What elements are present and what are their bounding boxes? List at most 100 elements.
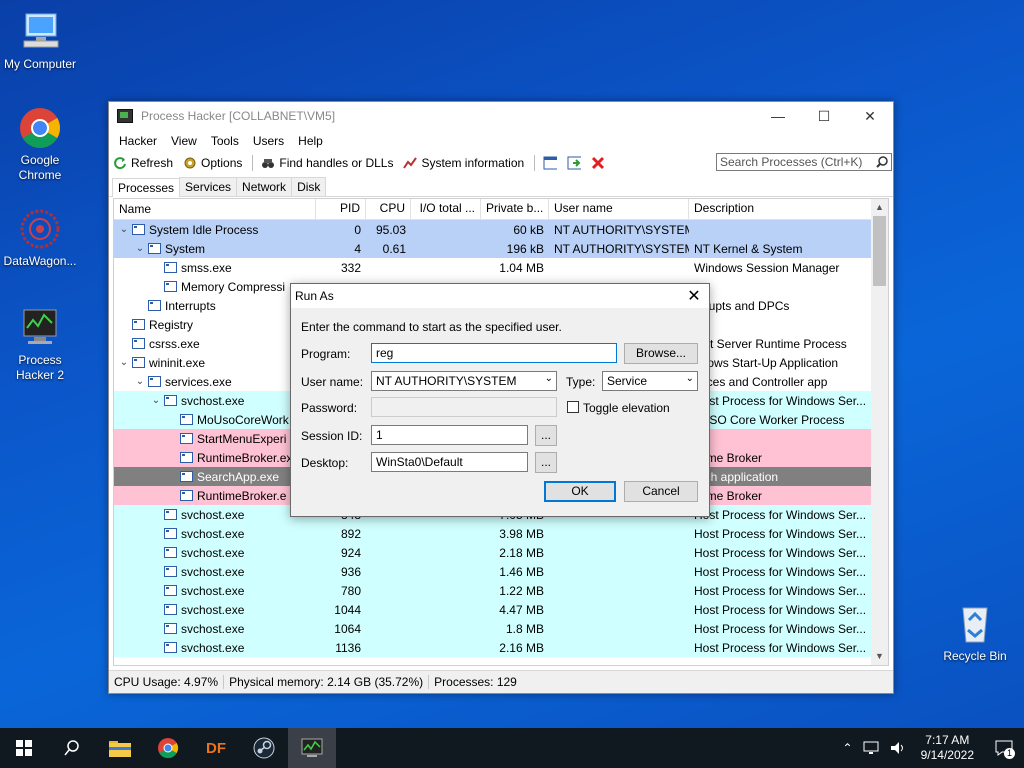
desktop-label: Desktop:	[301, 456, 349, 470]
menu-users[interactable]: Users	[246, 134, 291, 148]
table-row[interactable]: svchost.exe 936 1.46 MB Host Process for Wi…	[114, 562, 888, 581]
menu-hacker[interactable]: Hacker	[112, 134, 164, 148]
toggle-elevation-checkbox[interactable]	[567, 401, 579, 413]
taskbar-search-button[interactable]	[48, 728, 96, 768]
cell-priv: 2.18 MB	[499, 545, 544, 560]
browse-button[interactable]: Browse...	[624, 343, 698, 364]
options-button[interactable]: Options	[183, 156, 242, 170]
desktop-icon-datawagon[interactable]: DataWagon...	[0, 207, 80, 269]
column-name[interactable]: Name	[114, 199, 316, 219]
cancel-button[interactable]: Cancel	[624, 481, 698, 502]
session-browse-button[interactable]: ...	[535, 425, 557, 446]
process-name: svchost.exe	[181, 583, 245, 598]
menu-tools[interactable]: Tools	[204, 134, 246, 148]
table-row[interactable]: ⌄ System 4 0.61 196 kB NT AUTHORITY\SYSTEM NT …	[114, 239, 888, 258]
cell-pid: 936	[340, 564, 361, 579]
process-name: svchost.exe	[181, 545, 245, 560]
taskbar-file-explorer[interactable]	[96, 728, 144, 768]
scroll-down-icon[interactable]: ▼	[871, 648, 888, 665]
table-row[interactable]: svchost.exe 780 1.22 MB Host Process for Wi…	[114, 581, 888, 600]
desktop-icon-process-hacker[interactable]: Process Hacker 2	[0, 306, 80, 383]
taskbar-process-hacker[interactable]	[288, 728, 336, 768]
refresh-button[interactable]: Refresh	[113, 156, 173, 170]
taskbar-chrome[interactable]	[144, 728, 192, 768]
chevron-up-icon[interactable]: ⌃	[837, 741, 859, 755]
network-icon[interactable]	[863, 740, 881, 756]
scroll-up-icon[interactable]: ▲	[871, 199, 888, 216]
table-row[interactable]: svchost.exe 892 3.98 MB Host Process for Wi…	[114, 524, 888, 543]
desktop-icon-label: Recycle Bin	[943, 649, 1007, 663]
column-io-total[interactable]: I/O total ...	[411, 199, 481, 219]
notification-button[interactable]: 1	[984, 728, 1024, 768]
tab-processes[interactable]: Processes	[112, 178, 181, 197]
process-name: svchost.exe	[181, 564, 245, 579]
desktop-icon-google-chrome[interactable]: Google Chrome	[0, 106, 80, 183]
toggle-elevation-label[interactable]: Toggle elevation	[583, 401, 670, 415]
search-processes-input[interactable]: Search Processes (Ctrl+K)	[716, 153, 892, 171]
start-button[interactable]	[0, 728, 48, 768]
clock-time: 7:17 AM	[925, 733, 970, 747]
table-row[interactable]: ⌄ System Idle Process 0 95.03 60 kB NT AUTHOR…	[114, 220, 888, 239]
table-row[interactable]: smss.exe 332 1.04 MB Windows Session Manage…	[114, 258, 888, 277]
desktop-icon-label: Google Chrome	[18, 153, 62, 182]
chevron-down-icon[interactable]: ⌄	[151, 395, 161, 406]
chevron-down-icon[interactable]: ⌄	[135, 243, 145, 254]
desktop-browse-button[interactable]: ...	[535, 452, 557, 473]
cell-desc: arch application	[694, 469, 779, 484]
desktop-icon-label: My Computer	[3, 57, 77, 71]
column-pid[interactable]: PID	[316, 199, 366, 219]
chevron-down-icon[interactable]: ⌄	[119, 357, 129, 368]
ok-button[interactable]: OK	[544, 481, 616, 502]
vertical-scrollbar[interactable]: ▲ ▼	[871, 199, 888, 665]
desktop-input[interactable]: WinSta0\Default	[371, 452, 528, 472]
maximize-icon[interactable]: ☐	[801, 108, 847, 125]
cell-name: StartMenuExperi	[114, 432, 316, 446]
program-input[interactable]: reg	[371, 343, 617, 363]
password-input[interactable]	[371, 397, 557, 417]
window-titlebar[interactable]: Process Hacker [COLLABNET\VM5] — ☐ ✕	[109, 102, 893, 130]
type-combo[interactable]: Service ⌄	[602, 371, 698, 391]
close-icon[interactable]: ✕	[847, 108, 893, 125]
cell-pid: 332	[340, 260, 361, 275]
clock[interactable]: 7:17 AM 9/14/2022	[921, 733, 974, 763]
session-id-input[interactable]: 1	[371, 425, 528, 445]
system-information-button[interactable]: System information	[403, 156, 524, 170]
process-icon	[180, 414, 193, 425]
menu-help[interactable]: Help	[291, 134, 330, 148]
chrome-icon	[18, 106, 62, 150]
tab-services[interactable]: Services	[179, 177, 238, 196]
tab-disk[interactable]: Disk	[291, 177, 327, 196]
windows-logo-icon	[16, 740, 32, 756]
speaker-icon[interactable]	[889, 740, 907, 756]
scroll-thumb[interactable]	[873, 216, 886, 286]
desktop-icon-recycle-bin[interactable]: Recycle Bin	[935, 602, 1015, 664]
cell-name: Memory Compressi	[114, 280, 316, 294]
tab-network[interactable]: Network	[236, 177, 293, 196]
username-combo[interactable]: NT AUTHORITY\SYSTEM ⌄	[371, 371, 557, 391]
window-go-button[interactable]	[567, 156, 585, 170]
column-private-bytes[interactable]: Private b...	[481, 199, 549, 219]
cell-desc: Host Process for Windows Ser...	[694, 621, 867, 636]
column-user-name[interactable]: User name	[549, 199, 689, 219]
table-row[interactable]: svchost.exe 1044 4.47 MB Host Process for W…	[114, 600, 888, 619]
table-row[interactable]: svchost.exe 1136 2.16 MB Host Process for W…	[114, 638, 888, 657]
minimize-icon[interactable]: —	[755, 108, 801, 125]
cell-pid: 924	[340, 545, 361, 560]
desktop-icon-my-computer[interactable]: My Computer	[0, 10, 80, 72]
find-handles-button[interactable]: Find handles or DLLs	[261, 156, 393, 170]
close-icon[interactable]: ✕	[679, 286, 709, 306]
cell-pid: 892	[340, 526, 361, 541]
menu-view[interactable]: View	[164, 134, 204, 148]
table-row[interactable]: svchost.exe 1064 1.8 MB Host Process for Wi…	[114, 619, 888, 638]
taskbar-df[interactable]: DF	[192, 728, 240, 768]
window-button[interactable]	[543, 156, 561, 170]
table-row[interactable]: svchost.exe 924 2.18 MB Host Process for Wi…	[114, 543, 888, 562]
column-description[interactable]: Description	[689, 199, 873, 219]
dialog-titlebar[interactable]: Run As ✕	[291, 284, 709, 308]
cell-priv: 4.47 MB	[499, 602, 544, 617]
taskbar-steam[interactable]	[240, 728, 288, 768]
terminate-button[interactable]	[591, 156, 609, 170]
chevron-down-icon[interactable]: ⌄	[135, 376, 145, 387]
chevron-down-icon[interactable]: ⌄	[119, 224, 129, 235]
column-cpu[interactable]: CPU	[366, 199, 411, 219]
